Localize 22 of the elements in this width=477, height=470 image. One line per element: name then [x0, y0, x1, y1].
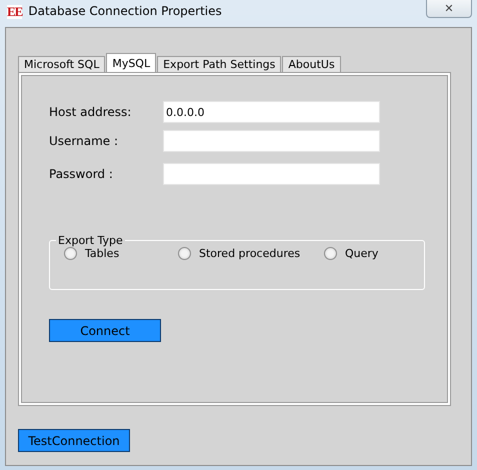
connect-button[interactable]: Connect — [49, 319, 161, 342]
tab[interactable]: Export Path Settings — [157, 56, 282, 72]
group-title: Export Type — [57, 234, 124, 247]
input-field[interactable]: 0.0.0.0 — [163, 101, 380, 123]
radio-label: Tables — [85, 247, 120, 260]
radio-button[interactable] — [178, 247, 191, 260]
radio-button[interactable] — [64, 247, 77, 260]
test-connection-button[interactable]: TestConnection — [18, 429, 130, 452]
field-label: Host address: — [49, 105, 132, 119]
tab[interactable]: MySQL — [106, 53, 156, 72]
field-label: Password : — [49, 167, 114, 181]
tab[interactable]: AboutUs — [282, 56, 341, 72]
radio-button[interactable] — [324, 247, 337, 260]
radio-label: Query — [345, 247, 378, 260]
input-field[interactable] — [163, 130, 380, 152]
window-title: Database Connection Properties — [28, 4, 223, 18]
radio-label: Stored procedures — [199, 247, 300, 260]
field-label: Username : — [49, 134, 120, 148]
app-logo: EE — [7, 5, 22, 19]
input-field[interactable] — [163, 163, 380, 185]
close-button[interactable]: ✕ — [426, 0, 472, 18]
tab[interactable]: Microsoft SQL — [18, 56, 106, 72]
